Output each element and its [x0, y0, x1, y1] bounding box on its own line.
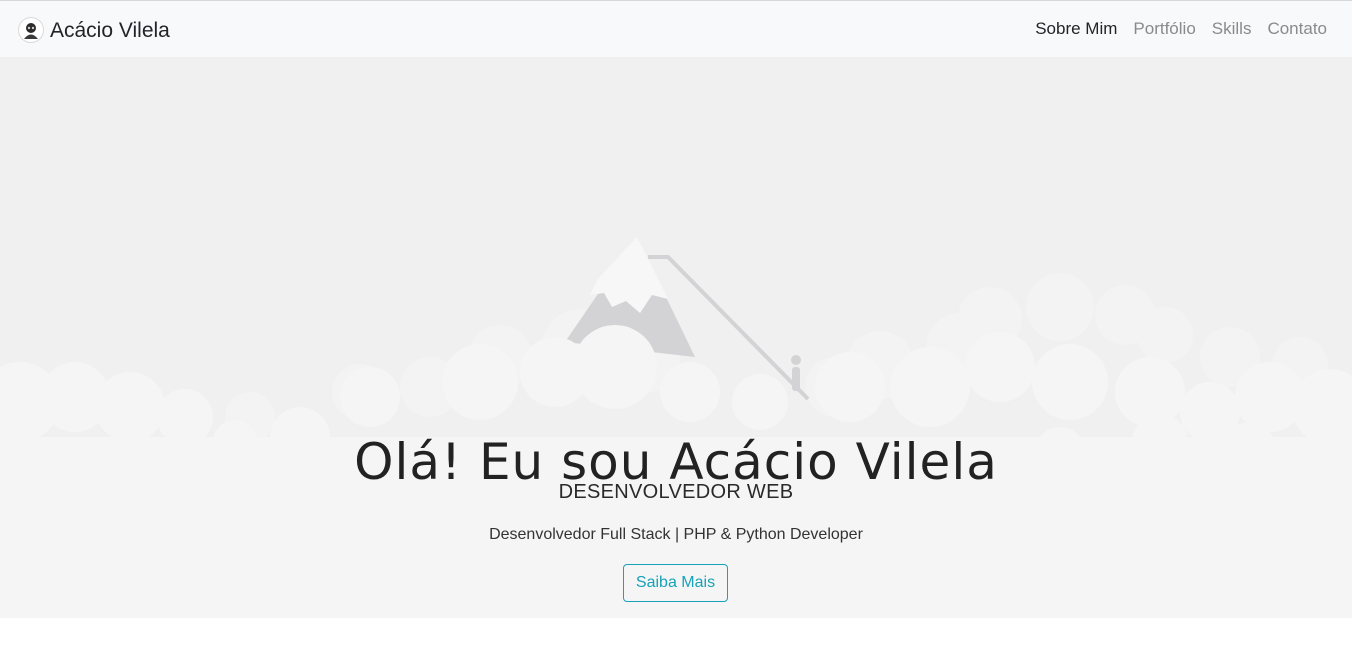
hero-role: DESENVOLVEDOR WEB — [558, 481, 794, 503]
hero-description: Desenvolvedor Full Stack | PHP & Python … — [489, 526, 863, 543]
saiba-mais-button[interactable]: Saiba Mais — [623, 564, 728, 602]
nav-item-skills[interactable]: Skills — [1212, 19, 1252, 39]
navbar: Acácio Vilela Sobre Mim Portfólio Skills… — [0, 0, 1352, 57]
brand-name: Acácio Vilela — [50, 18, 170, 42]
hero-section: Olá! Eu sou Acácio Vilela DESENVOLVEDOR … — [0, 57, 1352, 618]
nav-item-contato[interactable]: Contato — [1267, 19, 1327, 39]
main-nav: Sobre Mim Portfólio Skills Contato — [1019, 19, 1327, 39]
avatar-icon — [18, 17, 44, 43]
brand-link[interactable]: Acácio Vilela — [18, 15, 170, 45]
hero-title: Olá! Eu sou Acácio Vilela — [354, 432, 998, 491]
nav-item-portfolio[interactable]: Portfólio — [1133, 19, 1195, 39]
nav-item-sobre-mim[interactable]: Sobre Mim — [1035, 19, 1117, 39]
